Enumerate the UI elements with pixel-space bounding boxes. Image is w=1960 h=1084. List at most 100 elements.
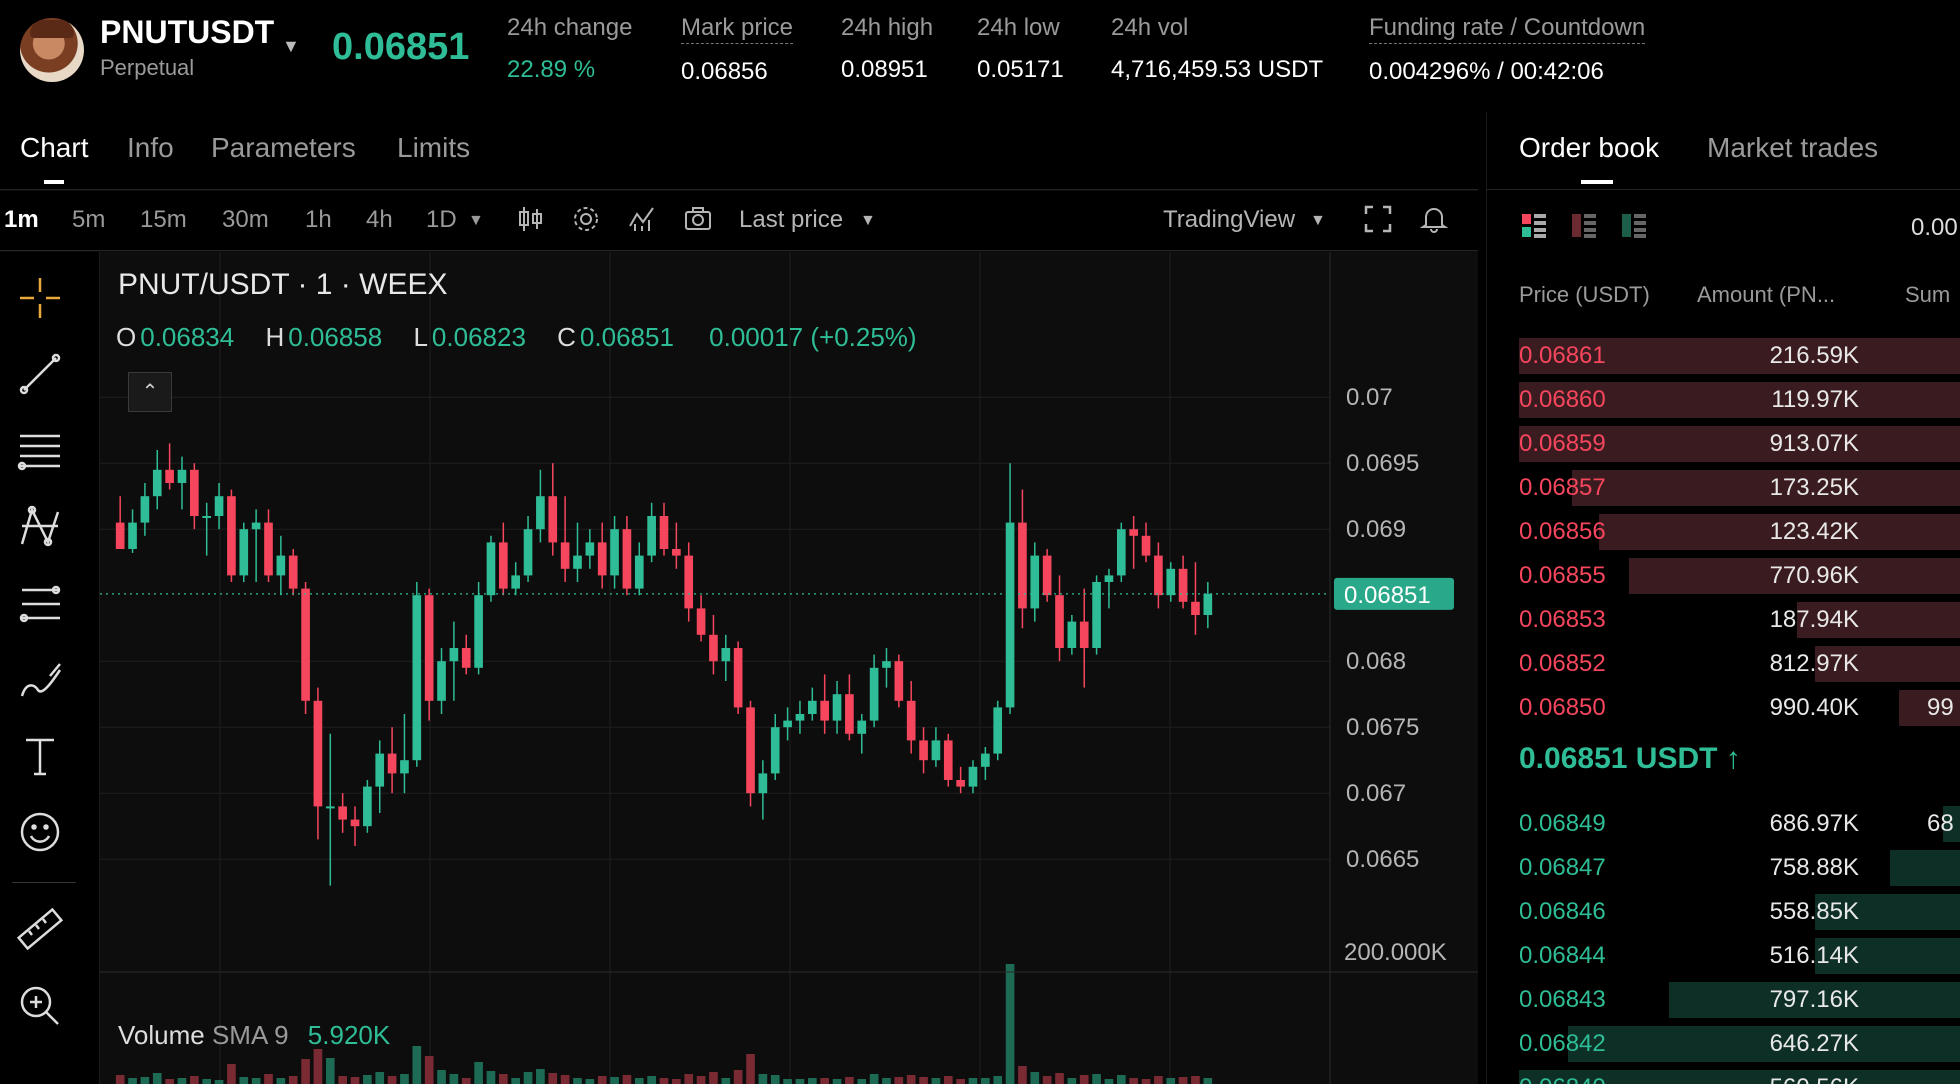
volume-bar <box>1067 1078 1077 1084</box>
stat-label[interactable]: Mark price <box>681 14 794 44</box>
timeframe-1h[interactable]: 1h <box>305 206 332 234</box>
ask-row[interactable]: 0.06850 990.40K 99 <box>1487 688 1960 728</box>
timeframe-30m[interactable]: 30m <box>222 206 269 234</box>
timeframe-dropdown-icon[interactable]: ▼ <box>468 212 484 230</box>
row-sum: 99 <box>1927 694 1954 721</box>
stat-label: 24h low <box>977 14 1060 41</box>
fullscreen-icon[interactable] <box>1363 204 1393 234</box>
timeframe-1d[interactable]: 1D <box>426 206 457 234</box>
candle-body <box>461 648 471 668</box>
ask-row[interactable]: 0.06860 119.97K <box>1487 380 1960 420</box>
volume-bar <box>363 1075 372 1084</box>
tab-parameters[interactable]: Parameters <box>211 132 356 164</box>
candle-body <box>350 819 360 827</box>
candle-body <box>202 516 212 518</box>
view-both-icon[interactable] <box>1521 212 1547 240</box>
tab-info[interactable]: Info <box>127 132 174 164</box>
volume-bar <box>659 1078 669 1084</box>
order-book-tabs: Order book Market trades <box>1487 112 1960 190</box>
volume-bar <box>177 1078 187 1084</box>
row-price: 0.06856 <box>1519 518 1606 545</box>
tab-market-trades[interactable]: Market trades <box>1707 132 1878 164</box>
ask-row[interactable]: 0.06856 123.42K <box>1487 512 1960 552</box>
ask-row[interactable]: 0.06852 812.97K <box>1487 644 1960 684</box>
crosshair-icon[interactable] <box>12 270 68 326</box>
bid-row[interactable]: 0.06849 686.97K 68 <box>1487 804 1960 844</box>
candle-body <box>672 549 681 556</box>
price-chart[interactable]: 0.07 0.0695 0.069 0.068 0.0675 0.067 0.0665 0.0… <box>100 252 1478 1084</box>
tab-chart[interactable]: Chart <box>20 132 88 184</box>
row-amount: 990.40K <box>1769 694 1859 721</box>
collapse-legend-button[interactable]: ⌃ <box>128 372 172 412</box>
view-asks-icon[interactable] <box>1571 212 1597 240</box>
symbol-dropdown-icon[interactable]: ▼ <box>282 36 300 57</box>
bid-row[interactable]: 0.06846 558.85K <box>1487 892 1960 932</box>
volume-bar <box>634 1078 644 1084</box>
volume-value: 5.920K <box>307 1020 391 1050</box>
candle-body <box>721 648 731 662</box>
pattern-tool-icon[interactable] <box>12 498 68 554</box>
volume-bar <box>140 1077 150 1084</box>
bid-row[interactable]: 0.06842 646.27K <box>1487 1024 1960 1064</box>
volume-bar <box>1166 1078 1176 1084</box>
tab-limits[interactable]: Limits <box>397 132 470 164</box>
view-bids-icon[interactable] <box>1621 212 1647 240</box>
zoom-in-icon[interactable] <box>12 978 68 1034</box>
ohlc-high: 0.06858 <box>288 322 383 352</box>
precision-select[interactable]: 0.00 <box>1911 214 1958 242</box>
tab-order-book[interactable]: Order book <box>1519 132 1659 184</box>
ask-row[interactable]: 0.06855 770.96K <box>1487 556 1960 596</box>
text-tool-icon[interactable] <box>12 728 68 784</box>
settings-gear-icon[interactable] <box>571 204 601 234</box>
provider-dropdown-icon[interactable]: ▼ <box>1310 212 1326 230</box>
ask-row[interactable]: 0.06857 173.25K <box>1487 468 1960 508</box>
volume-bar <box>906 1075 916 1084</box>
trend-line-icon[interactable] <box>12 346 68 402</box>
stat-label[interactable]: Funding rate / Countdown <box>1369 14 1646 44</box>
candle-body <box>894 661 904 701</box>
volume-bar <box>412 1046 422 1084</box>
symbol-name[interactable]: PNUTUSDT <box>100 14 274 51</box>
candle-body <box>610 529 619 576</box>
brush-icon[interactable] <box>12 652 68 708</box>
row-amount: 797.16K <box>1769 986 1859 1013</box>
bid-row[interactable]: 0.06847 758.88K <box>1487 848 1960 888</box>
ask-row[interactable]: 0.06853 187.94K <box>1487 600 1960 640</box>
alert-bell-icon[interactable] <box>1419 204 1449 234</box>
indicators-icon[interactable] <box>627 204 657 234</box>
candle-body <box>363 786 372 827</box>
volume-bar <box>931 1078 941 1084</box>
candle-body <box>1116 529 1126 576</box>
row-price: 0.06855 <box>1519 562 1606 589</box>
candle-body <box>1178 568 1188 602</box>
ask-row[interactable]: 0.06861 216.59K <box>1487 336 1960 376</box>
timeframe-4h[interactable]: 4h <box>366 206 393 234</box>
candle-type-icon[interactable] <box>516 204 546 234</box>
volume-bar <box>1116 1075 1126 1084</box>
ask-row[interactable]: 0.06859 913.07K <box>1487 424 1960 464</box>
volume-bar <box>1154 1076 1163 1084</box>
price-type-dropdown-icon[interactable]: ▼ <box>860 212 876 230</box>
timeframe-5m[interactable]: 5m <box>72 206 105 234</box>
candlestick-chart[interactable]: 0.07 0.0695 0.069 0.068 0.0675 0.067 0.0665 0.0… <box>100 252 1478 1084</box>
ohlc-close: 0.06851 <box>579 322 674 352</box>
volume-bar <box>338 1076 347 1084</box>
fib-retracement-icon[interactable] <box>12 576 68 632</box>
camera-icon[interactable] <box>683 204 713 234</box>
provider-select[interactable]: TradingView <box>1163 206 1295 234</box>
row-price: 0.06849 <box>1519 810 1606 837</box>
emoji-icon[interactable] <box>12 804 68 860</box>
price-type-select[interactable]: Last price <box>739 206 843 234</box>
bid-row[interactable]: 0.06844 516.14K <box>1487 936 1960 976</box>
volume-bar <box>560 1075 570 1084</box>
timeframe-1m[interactable]: 1m <box>4 206 39 234</box>
timeframe-15m[interactable]: 15m <box>140 206 187 234</box>
horizontal-lines-icon[interactable] <box>12 422 68 478</box>
volume-bar <box>795 1079 805 1084</box>
ohlc-open: 0.06834 <box>140 322 235 352</box>
ruler-icon[interactable] <box>12 902 68 958</box>
candle-body <box>795 714 805 721</box>
bid-row[interactable]: 0.06843 797.16K <box>1487 980 1960 1020</box>
volume-bar <box>981 1078 990 1084</box>
bid-row[interactable]: 0.06840 560.56K <box>1487 1068 1960 1084</box>
